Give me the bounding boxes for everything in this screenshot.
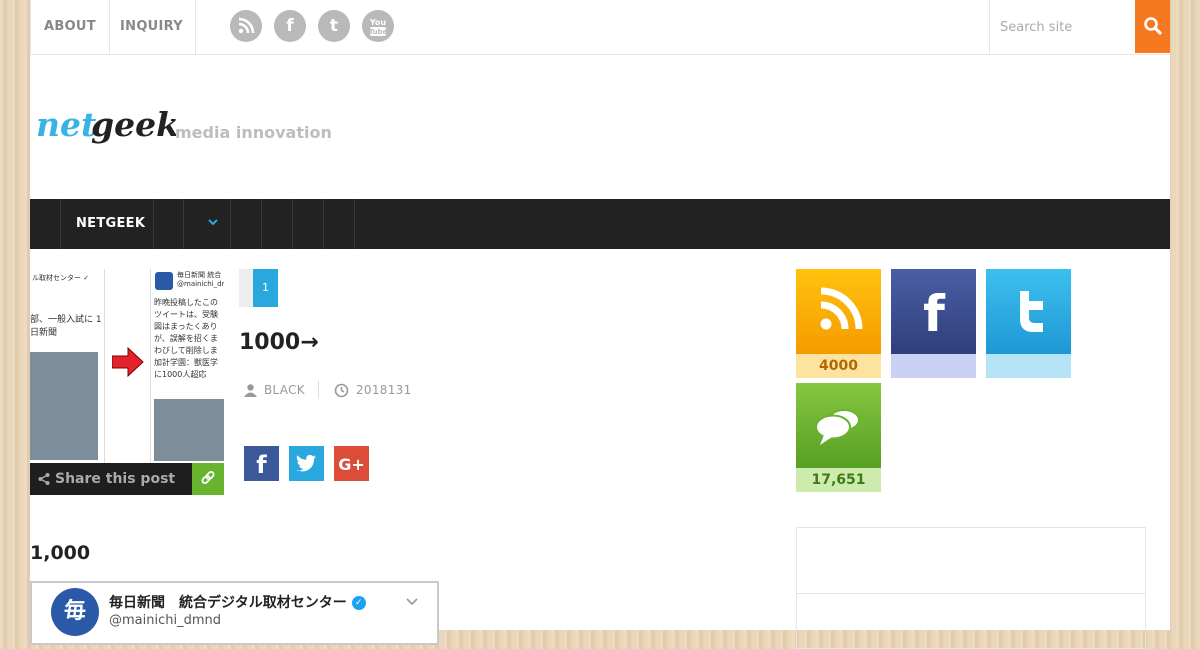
facebook-icon: f — [923, 285, 946, 343]
twitter-icon — [1020, 291, 1043, 332]
chevron-down-icon[interactable] — [206, 215, 220, 229]
nav-divider — [230, 199, 231, 249]
pagination-current[interactable]: 1 — [253, 269, 278, 307]
post-thumbnail[interactable]: ル取材センター ✓ 部、一般入試に 1 日新聞 毎日新聞 統合 @mainichi_… — [30, 269, 224, 495]
link-icon — [201, 471, 215, 484]
svg-text:f: f — [923, 285, 946, 343]
section-heading: 1,000 — [30, 542, 91, 564]
inquiry-link[interactable]: INQUIRY — [108, 0, 196, 54]
share-icon — [38, 473, 50, 485]
svg-text:You: You — [369, 18, 387, 27]
chevron-down-icon[interactable] — [405, 594, 419, 608]
svg-text:G+: G+ — [338, 455, 365, 474]
sidebar-widget — [796, 527, 1146, 649]
share-facebook-button[interactable]: f — [244, 446, 279, 481]
svg-text:net: net — [36, 105, 96, 144]
share-this-post-bar[interactable]: Share this post — [30, 463, 192, 495]
svg-text:Tube: Tube — [369, 28, 388, 36]
tweet-image-left: ル取材センター ✓ 部、一般入試に 1 日新聞 — [30, 269, 105, 463]
meta-divider — [318, 381, 319, 399]
youtube-icon[interactable]: You Tube — [362, 10, 394, 42]
rss-tile[interactable] — [796, 269, 881, 354]
facebook-tile[interactable]: f — [891, 269, 976, 354]
nav-divider — [183, 199, 184, 249]
twitter-icon — [296, 454, 317, 472]
twitter-tile[interactable] — [986, 269, 1071, 354]
search-input[interactable] — [1000, 17, 1130, 37]
post-date: 2018131 — [356, 383, 412, 397]
search-box — [989, 0, 1136, 54]
tweet-author-name: 毎日新聞 統合デジタル取材センター — [109, 595, 347, 611]
about-link[interactable]: ABOUT — [30, 0, 110, 54]
nav-divider — [261, 199, 262, 249]
photo — [154, 399, 224, 461]
user-icon — [244, 384, 257, 397]
top-bar: ABOUT INQUIRY f t You Tube — [30, 0, 1170, 55]
pagination-prev[interactable] — [239, 269, 253, 307]
rss-icon[interactable] — [230, 10, 262, 42]
svg-text:f: f — [256, 451, 267, 479]
comments-icon — [815, 409, 860, 445]
page: ABOUT INQUIRY f t YouTube net geek media… — [30, 0, 1170, 649]
twitter-count — [986, 354, 1071, 378]
post-title[interactable]: 1000→ — [239, 330, 319, 355]
twitter-icon[interactable]: t — [318, 10, 350, 42]
widget-divider — [797, 593, 1145, 594]
svg-text:geek: geek — [91, 105, 176, 144]
facebook-icon[interactable]: f — [274, 10, 306, 42]
embedded-tweet[interactable]: 毎 毎日新聞 統合デジタル取材センター ✓ @mainichi_dmnd — [30, 581, 439, 645]
nav-item-netgeek[interactable]: NETGEEK — [76, 199, 145, 249]
site-logo[interactable]: net geek — [36, 100, 179, 160]
tweet-image-right: 毎日新聞 統合@mainichi_dmd 昨晩投稿したこのツイートは、受験図はま… — [150, 269, 224, 463]
search-button[interactable] — [1135, 0, 1170, 53]
nav-divider — [354, 199, 355, 249]
share-twitter-button[interactable] — [289, 446, 324, 481]
google-plus-icon: G+ — [338, 455, 365, 474]
facebook-count — [891, 354, 976, 378]
share-google-plus-button[interactable]: G+ — [334, 446, 369, 481]
tweet-author-handle: @mainichi_dmnd — [109, 613, 221, 628]
rss-icon — [820, 287, 863, 330]
nav-divider — [153, 199, 154, 249]
verified-icon: ✓ — [351, 596, 366, 610]
arrow-right-icon — [112, 347, 144, 377]
permalink-button[interactable] — [192, 463, 224, 495]
share-label: Share this post — [55, 471, 176, 487]
comments-count: 17,651 — [796, 468, 881, 492]
nav-divider — [292, 199, 293, 249]
facebook-icon: f — [256, 451, 267, 479]
post-author[interactable]: BLACK — [264, 383, 305, 397]
clock-icon — [334, 383, 349, 398]
avatar: 毎 — [51, 588, 99, 636]
nav-divider — [60, 199, 61, 249]
photo — [30, 352, 98, 460]
avatar — [155, 272, 173, 290]
nav-divider — [323, 199, 324, 249]
site-tagline: media innovation — [175, 123, 332, 142]
main-nav: NETGEEK — [30, 199, 1170, 249]
search-icon — [1144, 17, 1162, 35]
comments-tile[interactable] — [796, 383, 881, 468]
rss-count: 4000 — [796, 354, 881, 378]
